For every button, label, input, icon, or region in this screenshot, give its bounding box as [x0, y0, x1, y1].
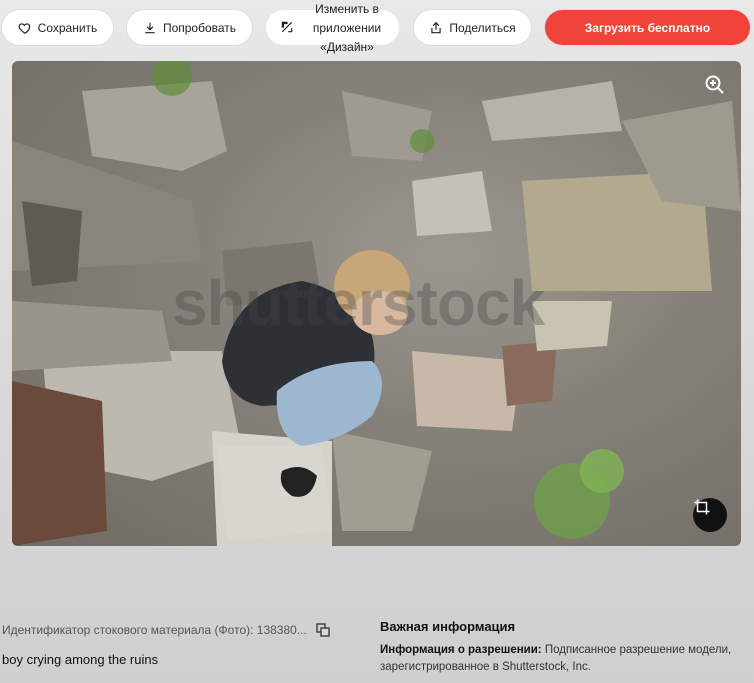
permission-label: Информация о разрешении:	[380, 644, 542, 656]
photo-description: boy crying among the ruins	[2, 652, 159, 667]
download-icon	[145, 22, 155, 33]
important-info-title: Важная информация	[380, 619, 516, 634]
edit-label: Изменить в приложении «Дизайн»	[302, 0, 392, 57]
save-label: Сохранить	[37, 20, 98, 35]
action-toolbar: Сохранить Попробовать Изменить в приложе…	[0, 0, 754, 58]
edit-design-icon	[281, 21, 293, 33]
edit-label-line2: приложении	[312, 21, 382, 35]
watermark: shutterstock	[172, 267, 545, 339]
upload-label: Загрузить бесплатно	[584, 20, 711, 35]
crop-icon	[694, 499, 710, 515]
heart-icon	[18, 22, 30, 34]
zoom-in-icon	[705, 75, 724, 94]
zoom-button[interactable]	[703, 73, 727, 97]
try-label: Попробовать	[162, 20, 237, 35]
share-icon	[431, 21, 442, 33]
upload-free-button[interactable]: Загрузить бесплатно	[545, 10, 750, 45]
important-info: Важная информация Информация о разрешени…	[380, 619, 752, 676]
asset-details: Идентификатор стокового материала (Фото)…	[2, 622, 362, 667]
permission-info: Информация о разрешении: Подписанное раз…	[380, 642, 752, 676]
stock-photo[interactable]: shutterstock	[12, 61, 741, 546]
edit-label-line1: Изменить в	[315, 2, 379, 16]
save-button[interactable]: Сохранить	[2, 10, 113, 45]
stock-id-row: Идентификатор стокового материала (Фото)…	[2, 622, 362, 638]
copy-icon[interactable]	[315, 622, 331, 638]
edit-in-design-button[interactable]: Изменить в приложении «Дизайн»	[266, 0, 399, 58]
share-button[interactable]: Поделиться	[414, 10, 531, 45]
edit-label-line3: «Дизайн»	[320, 40, 374, 54]
share-label: Поделиться	[449, 20, 516, 35]
stock-id-text: Идентификатор стокового материала (Фото)…	[2, 623, 307, 637]
try-button[interactable]: Попробовать	[127, 10, 252, 45]
crop-button[interactable]	[693, 498, 727, 532]
